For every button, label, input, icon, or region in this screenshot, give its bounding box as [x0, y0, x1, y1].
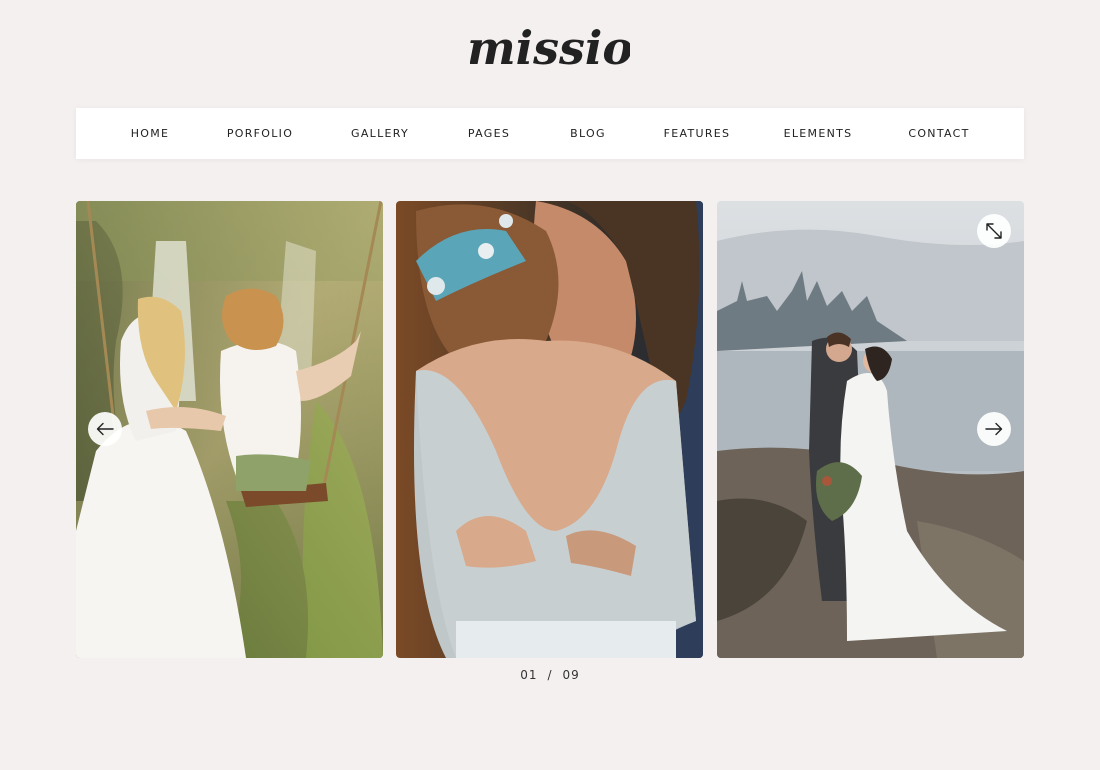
nav-item-pages[interactable]: PAGES [468, 108, 510, 159]
nav-item-contact[interactable]: CONTACT [908, 108, 969, 159]
site-logo[interactable]: missio [470, 18, 630, 88]
expand-icon [986, 223, 1002, 239]
logo-text: missio [470, 21, 630, 75]
nav-item-portfolio[interactable]: PORFOLIO [227, 108, 293, 159]
nav-item-blog[interactable]: BLOG [570, 108, 606, 159]
slide-counter-total: 09 [562, 668, 580, 682]
fullscreen-button[interactable] [977, 214, 1011, 248]
slide-counter-separator: / [547, 668, 553, 682]
nav-item-gallery[interactable]: GALLERY [351, 108, 409, 159]
arrow-right-icon [985, 422, 1003, 436]
nav-item-elements[interactable]: ELEMENTS [784, 108, 853, 159]
swing-photo [76, 201, 383, 658]
slide-counter: 01 / 09 [500, 668, 600, 688]
logo-wordmark: missio [470, 21, 630, 75]
lace-dress-photo [396, 201, 703, 658]
slide-counter-current: 01 [520, 668, 538, 682]
nav-item-home[interactable]: HOME [131, 108, 170, 159]
next-slide-button[interactable] [977, 412, 1011, 446]
arrow-left-icon [96, 422, 114, 436]
prev-slide-button[interactable] [88, 412, 122, 446]
slide-image-2[interactable] [396, 201, 703, 658]
slide-image-1[interactable] [76, 201, 383, 658]
nav-item-features[interactable]: FEATURES [664, 108, 731, 159]
main-navigation: HOME PORFOLIO GALLERY PAGES BLOG FEATURE… [76, 108, 1024, 159]
